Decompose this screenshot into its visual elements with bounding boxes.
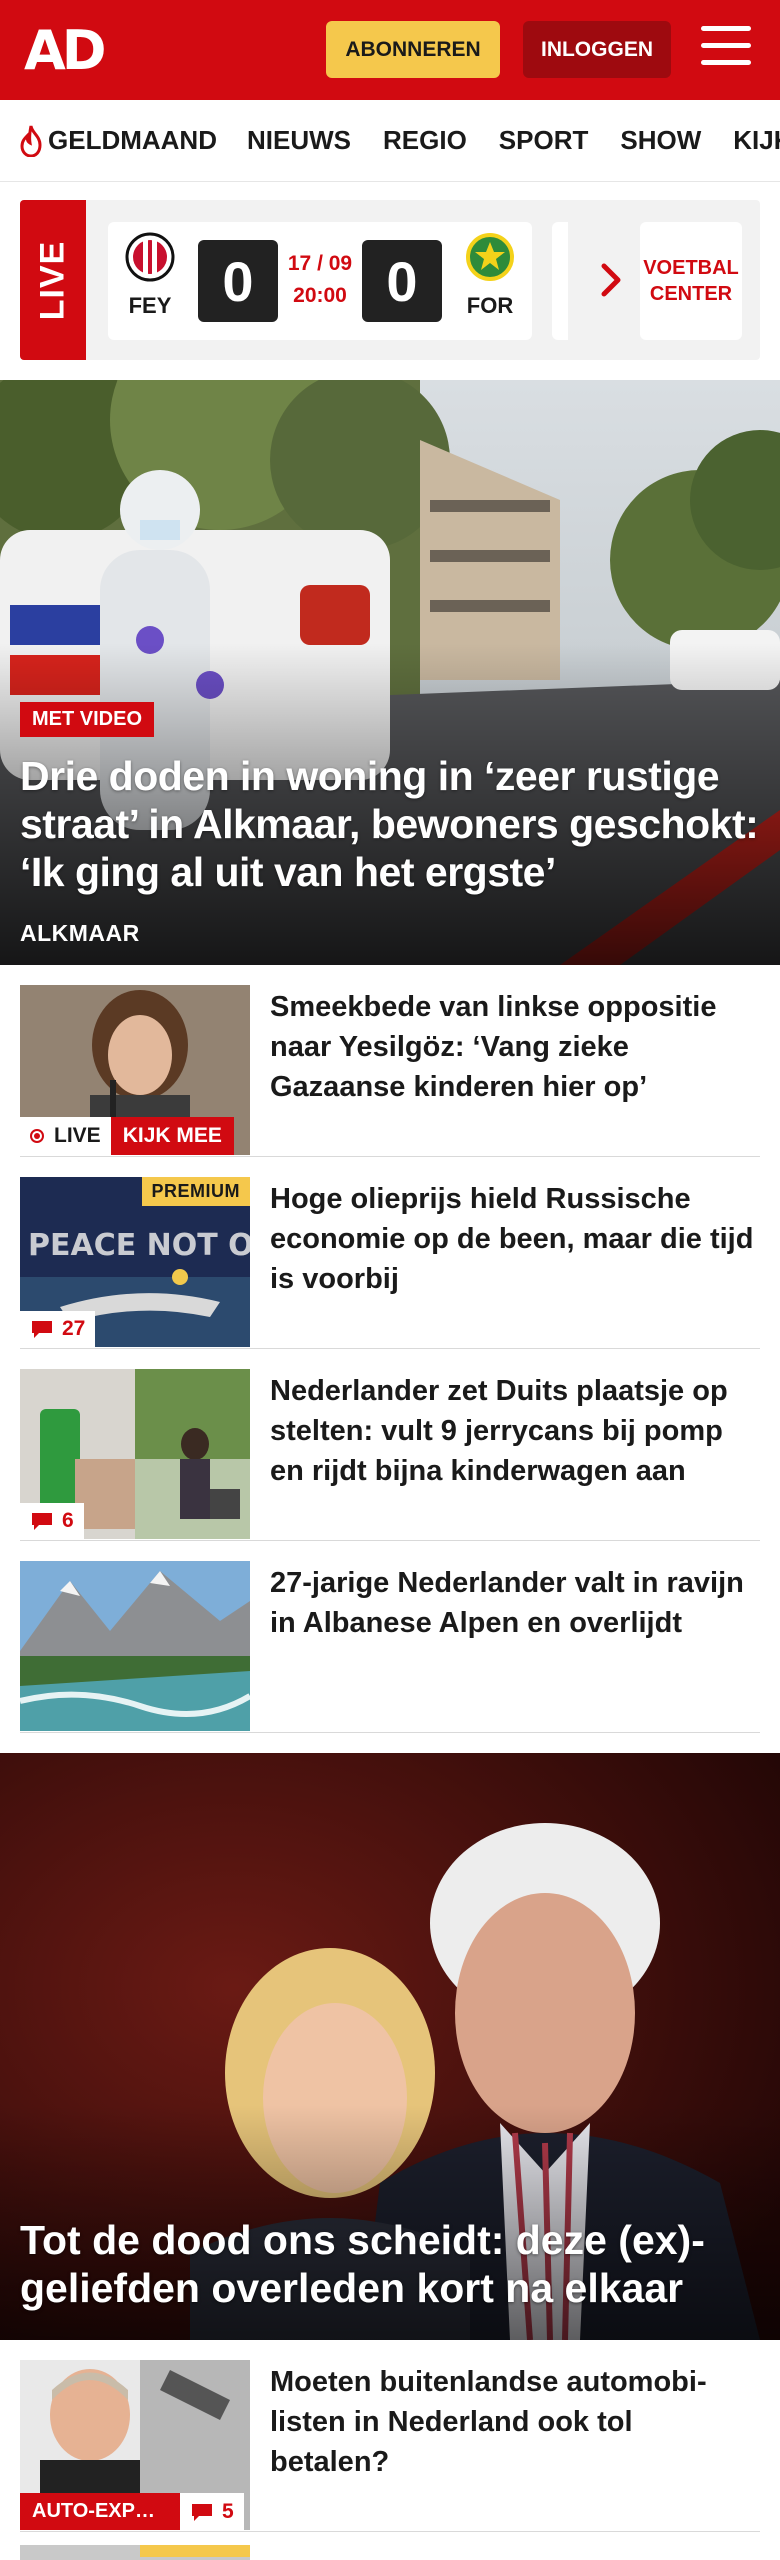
mountain-river-photo: [20, 1561, 250, 1731]
comment-count: 6: [20, 1503, 84, 1539]
live-score-widget: LIVE FEY 0 17 / 09 20:00 0 FOR VOETBAL C…: [0, 182, 780, 378]
next-premium-badge: [140, 2545, 250, 2557]
away-team-abbr: FOR: [466, 293, 514, 318]
flame-icon: [20, 125, 42, 157]
live-indicator: LIVE: [20, 1117, 111, 1155]
voetbal-center-button[interactable]: VOETBAL CENTER: [640, 222, 742, 340]
article-item-jerrycans[interactable]: 6 Nederlander zet Duits plaatsje op stel…: [20, 1349, 760, 1541]
feature-headline[interactable]: Tot de dood ons scheidt: deze (ex)-gelie…: [20, 2216, 765, 2312]
login-button[interactable]: INLOGGEN: [523, 21, 671, 78]
section-nav: GELDMAAND NIEUWS REGIO SPORT SHOW KIJK: [0, 100, 780, 182]
hamburger-menu-icon[interactable]: [701, 26, 751, 70]
article-item-tol[interactable]: AUTO-EXPERT 5 Moeten buitenlandse automo…: [20, 2340, 760, 2532]
article-thumbnail: AUTO-EXPERT 5: [20, 2360, 250, 2530]
hero-location: ALKMAAR: [20, 920, 140, 946]
comment-bubble-icon: [192, 2503, 212, 2521]
article-title[interactable]: Moeten buitenlandse automobi- listen in …: [270, 2362, 755, 2482]
match-time: 20:00: [293, 284, 347, 307]
live-watch-label: LIVE KIJK MEE: [20, 1117, 234, 1155]
match-date: 17 / 09: [287, 252, 353, 275]
nav-item-geldmaand[interactable]: GELDMAAND: [18, 125, 217, 157]
match-datetime: 17 / 09 20:00: [284, 248, 356, 312]
comment-bubble-icon: [32, 1321, 52, 1338]
article-title[interactable]: Hoge olieprijs hield Russische economie …: [270, 1179, 755, 1299]
match-card[interactable]: FEY 0 17 / 09 20:00 0 FOR: [108, 222, 532, 340]
home-team-abbr: FEY: [128, 293, 172, 318]
article-thumbnail: PEACE NOT OIL PREMIUM 27: [20, 1177, 250, 1347]
nav-item-regio[interactable]: REGIO: [383, 125, 467, 156]
live-label: LIVE: [33, 240, 72, 320]
nav-item-show[interactable]: SHOW: [620, 125, 701, 156]
article-thumbnail: 6: [20, 1369, 250, 1539]
home-score: 0: [198, 240, 278, 322]
nav-item-kijk[interactable]: KIJK: [733, 125, 780, 156]
auto-expert-label: AUTO-EXPERT: [20, 2493, 180, 2530]
comment-count-value: 6: [62, 1509, 74, 1532]
comment-count-value: 27: [62, 1317, 86, 1340]
article-thumbnail: LIVE KIJK MEE: [20, 985, 250, 1155]
away-team: FOR: [460, 232, 520, 319]
live-score-box: LIVE FEY 0 17 / 09 20:00 0 FOR VOETBAL C…: [20, 200, 760, 360]
comment-count: 27: [20, 1311, 96, 1347]
feature-article[interactable]: Tot de dood ons scheidt: deze (ex)-gelie…: [0, 1753, 780, 2340]
kijk-mee-label: KIJK MEE: [110, 1117, 234, 1155]
login-label: INLOGGEN: [540, 37, 653, 61]
fortuna-crest-icon: [466, 233, 514, 281]
top-header: AD ABONNEREN INLOGGEN: [0, 0, 780, 100]
next-article-peek: [20, 2545, 760, 2560]
article-title[interactable]: 27-jarige Nederlander valt in ravijn in …: [270, 1563, 755, 1643]
live-tab: LIVE: [20, 200, 86, 360]
subscribe-button[interactable]: ABONNEREN: [326, 21, 500, 78]
nav-item-sport[interactable]: SPORT: [499, 125, 589, 156]
chevron-right-icon[interactable]: [592, 260, 632, 300]
feyenoord-crest-icon: [125, 232, 175, 282]
article-title[interactable]: Nederlander zet Duits plaatsje op stelte…: [270, 1371, 755, 1491]
nav-item-nieuws[interactable]: NIEUWS: [247, 125, 351, 156]
article-title[interactable]: Smeekbede van linkse oppositie naar Yesi…: [270, 987, 755, 1107]
comment-count-value: 5: [222, 2499, 234, 2523]
article-item-albanese-alpen[interactable]: 27-jarige Nederlander valt in ravijn in …: [20, 1541, 760, 1733]
comment-bubble-icon: [32, 1513, 52, 1530]
video-badge: MET VIDEO: [20, 702, 155, 737]
home-team: FEY: [120, 232, 180, 319]
hero-article[interactable]: MET VIDEO Drie doden in woning in ‘zeer …: [0, 380, 780, 965]
protest-banner-text: PEACE NOT OIL: [28, 1228, 250, 1263]
auto-expert-badge: AUTO-EXPERT 5: [20, 2493, 244, 2530]
away-score: 0: [362, 240, 442, 322]
article-item-yesilgoz[interactable]: LIVE KIJK MEE Smeekbede van linkse oppos…: [20, 965, 760, 1157]
comment-count: 5: [180, 2493, 244, 2530]
article-item-olieprijs[interactable]: PEACE NOT OIL PREMIUM 27 Hoge olieprijs …: [20, 1157, 760, 1349]
live-text: LIVE: [54, 1124, 101, 1147]
subscribe-label: ABONNEREN: [345, 37, 481, 61]
hero-headline[interactable]: Drie doden in woning in ‘zeer rustige st…: [20, 752, 765, 896]
ad-logo[interactable]: AD: [24, 24, 107, 78]
premium-badge: PREMIUM: [141, 1177, 250, 1206]
live-dot-icon: [30, 1129, 44, 1143]
article-thumbnail: [20, 1561, 250, 1731]
next-match-card-edge[interactable]: [552, 222, 568, 340]
nav-label: GELDMAAND: [48, 125, 217, 155]
